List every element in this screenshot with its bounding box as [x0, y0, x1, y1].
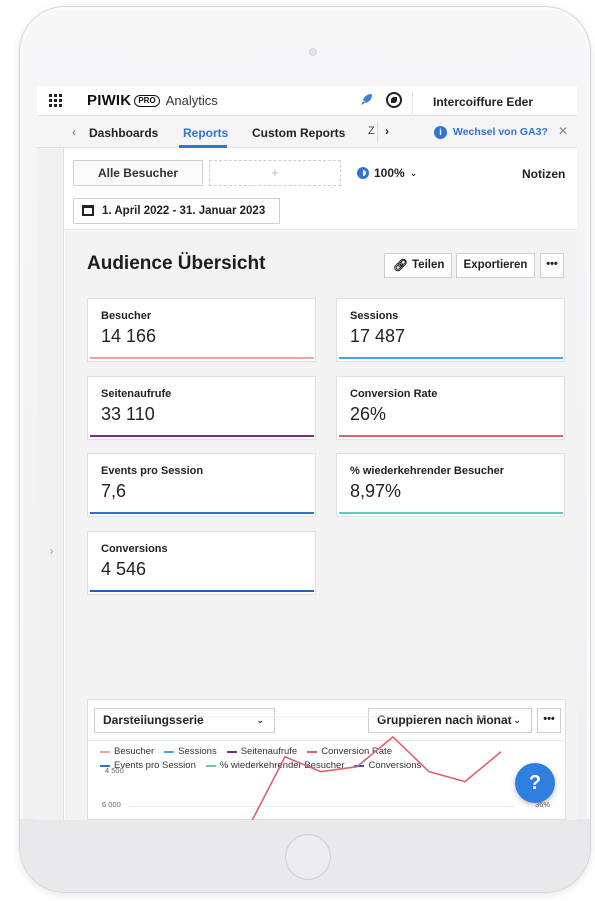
legend-item[interactable]: Besucher — [100, 746, 154, 757]
date-range-label: 1. April 2022 - 31. Januar 2023 — [102, 205, 266, 217]
ga3-switch-link[interactable]: Wechsel von GA3? — [453, 126, 548, 138]
more-options-button[interactable]: ••• — [540, 253, 564, 278]
metric-color-bar — [339, 512, 563, 514]
nav-next-chevron-icon[interactable]: › — [385, 124, 389, 138]
tab-overflow[interactable]: Z — [368, 125, 375, 137]
series-select[interactable]: Darstellungsserie ⌄ — [94, 708, 275, 733]
legend-item[interactable]: Conversion Rate — [307, 746, 392, 757]
brand-product: Analytics — [165, 93, 218, 108]
sampling-selector[interactable]: 100% ⌄ — [357, 166, 417, 180]
nav-divider — [377, 121, 378, 143]
page-title: Audience Übersicht — [87, 253, 266, 274]
chart-panel: Darstellungsserie ⌄ Gruppieren nach Mona… — [87, 699, 566, 820]
metric-value: 8,97% — [350, 481, 402, 501]
screen: PIWIK PRO Analytics Intercoiffure Eder ‹… — [37, 86, 577, 820]
close-icon[interactable]: ✕ — [558, 124, 568, 138]
metric-value: 26% — [350, 404, 387, 424]
group-by-select[interactable]: Gruppieren nach Monat ⌄ — [368, 708, 532, 733]
link-icon: 🔗︎ — [393, 258, 409, 272]
report-content: Audience Übersicht 🔗︎ Teilen Exportieren… — [65, 231, 577, 820]
y-tick-label: 4 500 — [105, 766, 124, 775]
camera-icon — [309, 48, 317, 56]
metric-value: 33 110 — [101, 404, 155, 424]
info-icon: i — [434, 126, 447, 139]
metric-label: % wiederkehrender Besucher — [350, 465, 505, 477]
legend-item[interactable]: Conversions — [354, 760, 421, 771]
brand-pro-badge: PRO — [134, 94, 160, 107]
left-sidebar-collapsed: › — [37, 148, 64, 820]
y-tick-label: 6 000 — [102, 800, 121, 809]
metric-card-wiederkehrende-besucher[interactable]: % wiederkehrender Besucher 8,97% — [336, 453, 565, 517]
sampling-value: 100% — [374, 166, 405, 180]
notes-button[interactable]: Notizen — [522, 167, 565, 181]
chart-divider — [88, 740, 565, 741]
metric-label: Besucher — [101, 310, 152, 322]
brand-logo[interactable]: PIWIK PRO Analytics — [87, 92, 218, 109]
tab-dashboards[interactable]: Dashboards — [89, 126, 158, 140]
series-select-label: Darstellungsserie — [103, 713, 204, 727]
nav-bar: ‹ Dashboards Reports Custom Reports Z › … — [37, 116, 577, 148]
calendar-icon — [82, 205, 94, 216]
segment-button[interactable]: Alle Besucher — [73, 160, 203, 186]
tab-custom-reports[interactable]: Custom Reports — [252, 126, 345, 140]
metric-label: Conversion Rate — [350, 388, 438, 400]
legend-item[interactable]: Sessions — [164, 746, 217, 757]
rocket-icon[interactable] — [359, 93, 375, 109]
home-button[interactable] — [285, 834, 331, 880]
metric-card-conversions[interactable]: Conversions 4 546 — [87, 531, 316, 595]
metric-value: 14 166 — [101, 326, 157, 346]
metric-value: 17 487 — [350, 326, 406, 346]
share-button[interactable]: 🔗︎ Teilen — [384, 253, 452, 278]
date-range-picker[interactable]: 1. April 2022 - 31. Januar 2023 — [73, 198, 280, 224]
metric-color-bar — [339, 435, 563, 437]
metric-label: Sessions — [350, 310, 399, 322]
metric-color-bar — [339, 357, 563, 359]
metric-value: 4 546 — [101, 559, 147, 579]
metric-card-seitenaufrufe[interactable]: Seitenaufrufe 33 110 — [87, 376, 316, 440]
metric-card-events-pro-session[interactable]: Events pro Session 7,6 — [87, 453, 316, 517]
metric-label: Events pro Session — [101, 465, 204, 477]
metric-color-bar — [90, 435, 314, 437]
metric-color-bar — [90, 590, 314, 592]
chart-more-button[interactable]: ••• — [537, 708, 561, 733]
filters-bar: Alle Besucher + 100% ⌄ Notizen 1. April … — [65, 148, 577, 230]
legend-item[interactable]: Seitenaufrufe — [226, 746, 297, 757]
chevron-down-icon: ⌄ — [409, 167, 418, 178]
chevron-down-icon: ⌄ — [256, 715, 264, 725]
metric-value: 7,6 — [101, 481, 127, 501]
add-segment-button[interactable]: + — [209, 160, 341, 186]
metric-color-bar — [90, 512, 314, 514]
metric-color-bar — [90, 357, 314, 359]
brand-name: PIWIK — [87, 92, 132, 109]
metric-card-conversion-rate[interactable]: Conversion Rate 26% — [336, 376, 565, 440]
tab-reports[interactable]: Reports — [183, 126, 228, 140]
globe-icon[interactable] — [386, 92, 402, 108]
help-button[interactable]: ? — [515, 763, 555, 803]
sampling-pie-icon — [357, 167, 369, 179]
metric-card-sessions[interactable]: Sessions 17 487 — [336, 298, 565, 362]
apps-grid-icon[interactable] — [49, 94, 62, 107]
legend-item[interactable]: % wiederkehrender Besucher — [205, 760, 344, 771]
site-selector[interactable]: Intercoiffure Eder — [412, 92, 577, 114]
group-select-label: Gruppieren nach Monat — [377, 713, 512, 727]
share-label: Teilen — [412, 259, 445, 271]
top-bar: PIWIK PRO Analytics Intercoiffure Eder — [37, 86, 577, 116]
expand-sidebar-chevron-icon[interactable]: › — [50, 546, 53, 557]
export-button[interactable]: Exportieren — [456, 253, 535, 278]
nav-prev-chevron-icon[interactable]: ‹ — [72, 125, 76, 139]
metric-label: Conversions — [101, 543, 168, 555]
chart-legend: Besucher Sessions Seitenaufrufe Conversi… — [100, 746, 560, 774]
metric-label: Seitenaufrufe — [101, 388, 172, 400]
metric-card-besucher[interactable]: Besucher 14 166 — [87, 298, 316, 362]
chevron-down-icon: ⌄ — [513, 715, 521, 725]
